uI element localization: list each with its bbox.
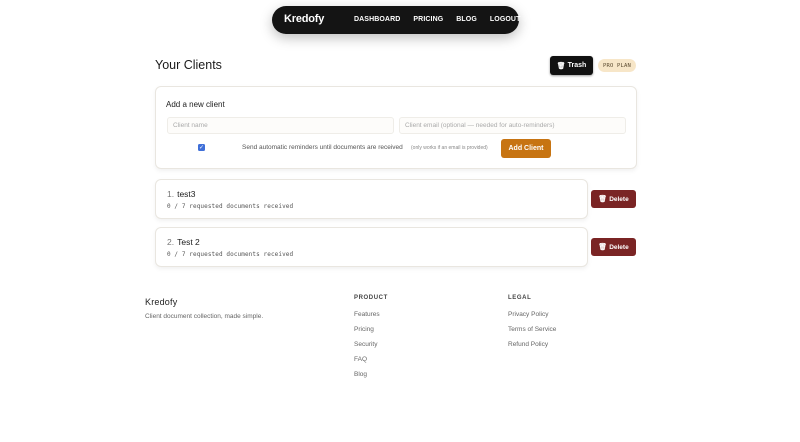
delete-button-label: Delete — [609, 243, 629, 251]
top-nav: Kredofy DASHBOARD PRICING BLOG LOGOUT — [272, 6, 520, 34]
footer-link-terms[interactable]: Terms of Service — [508, 326, 556, 341]
nav-links: DASHBOARD PRICING BLOG LOGOUT — [354, 16, 520, 23]
delete-client-button[interactable]: 🗑 Delete — [591, 238, 636, 256]
add-client-card: Add a new client ✓ Send automatic remind… — [155, 86, 637, 169]
client-index: 2. — [167, 237, 175, 247]
client-name-text: test3 — [177, 189, 196, 199]
footer-tagline: Client document collection, made simple. — [145, 313, 264, 320]
footer-link-refund[interactable]: Refund Policy — [508, 341, 556, 356]
client-index: 1. — [167, 189, 175, 199]
plan-badge: PRO PLAN — [598, 59, 636, 72]
footer-link-features[interactable]: Features — [354, 311, 388, 326]
client-doc-status: 0 / 7 requested documents received — [167, 203, 294, 210]
client-email-input[interactable] — [399, 117, 626, 134]
client-doc-status: 0 / 7 requested documents received — [167, 251, 294, 258]
delete-client-button[interactable]: 🗑 Delete — [591, 190, 636, 208]
footer-link-pricing[interactable]: Pricing — [354, 326, 388, 341]
footer-product-column: PRODUCT Features Pricing Security FAQ Bl… — [354, 295, 388, 386]
nav-link-dashboard[interactable]: DASHBOARD — [354, 16, 400, 23]
trash-icon: 🗑 — [598, 196, 608, 203]
footer-legal-title: LEGAL — [508, 295, 532, 301]
add-client-heading: Add a new client — [166, 100, 225, 109]
trash-button[interactable]: 🗑 Trash — [550, 56, 593, 75]
footer-link-security[interactable]: Security — [354, 341, 388, 356]
footer-link-blog[interactable]: Blog — [354, 371, 388, 386]
client-name-input[interactable] — [167, 117, 394, 134]
footer-link-faq[interactable]: FAQ — [354, 356, 388, 371]
nav-link-blog[interactable]: BLOG — [456, 16, 477, 23]
nav-link-logout[interactable]: LOGOUT — [490, 16, 521, 23]
reminder-label: Send automatic reminders until documents… — [242, 144, 403, 151]
page-title: Your Clients — [155, 58, 222, 72]
client-row[interactable]: 2. Test 2 0 / 7 requested documents recei… — [155, 227, 588, 267]
reminder-note: (only works if an email is provided) — [411, 145, 488, 151]
brand-logo[interactable]: Kredofy — [284, 13, 324, 25]
trash-icon: 🗑 — [598, 244, 608, 251]
client-name-text: Test 2 — [177, 237, 200, 247]
footer-brand: Kredofy — [145, 297, 178, 307]
add-client-button[interactable]: Add Client — [501, 139, 551, 158]
client-name: 2. Test 2 — [167, 237, 200, 247]
footer-product-title: PRODUCT — [354, 295, 388, 301]
trash-icon: 🗑 — [556, 62, 566, 70]
client-name: 1. test3 — [167, 189, 196, 199]
trash-button-label: Trash — [567, 62, 587, 69]
delete-button-label: Delete — [609, 195, 629, 203]
nav-link-pricing[interactable]: PRICING — [413, 16, 443, 23]
footer-legal-column: LEGAL Privacy Policy Terms of Service Re… — [508, 295, 556, 356]
client-row[interactable]: 1. test3 0 / 7 requested documents receiv… — [155, 179, 588, 219]
reminder-checkbox[interactable]: ✓ — [198, 144, 205, 151]
footer-link-privacy[interactable]: Privacy Policy — [508, 311, 556, 326]
